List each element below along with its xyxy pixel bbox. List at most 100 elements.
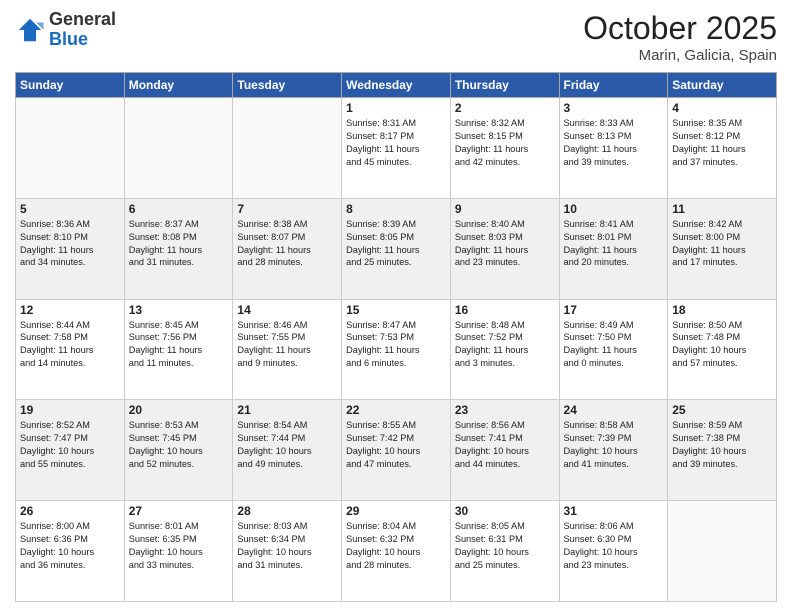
calendar-cell: 23Sunrise: 8:56 AMSunset: 7:41 PMDayligh… <box>450 400 559 501</box>
day-info: Sunrise: 8:39 AMSunset: 8:05 PMDaylight:… <box>346 218 446 270</box>
title-block: October 2025 Marin, Galicia, Spain <box>583 10 777 64</box>
calendar-cell: 24Sunrise: 8:58 AMSunset: 7:39 PMDayligh… <box>559 400 668 501</box>
calendar-table: SundayMondayTuesdayWednesdayThursdayFrid… <box>15 72 777 602</box>
day-header-tuesday: Tuesday <box>233 73 342 98</box>
day-info: Sunrise: 8:06 AMSunset: 6:30 PMDaylight:… <box>564 520 664 572</box>
day-number: 17 <box>564 303 664 317</box>
day-number: 10 <box>564 202 664 216</box>
calendar-cell: 20 Sunrise: 8:53 AMSunset: 7:45 PMDayligh… <box>124 400 233 501</box>
calendar-cell <box>668 501 777 602</box>
day-info: Sunrise: 8:42 AMSunset: 8:00 PMDaylight:… <box>672 218 772 270</box>
calendar-cell: 7Sunrise: 8:38 AMSunset: 8:07 PMDaylight… <box>233 198 342 299</box>
day-number: 24 <box>564 403 664 417</box>
day-info: Sunrise: 8:52 AMSunset: 7:47 PMDaylight:… <box>20 419 120 471</box>
calendar-cell: 5 Sunrise: 8:36 AMSunset: 8:10 PMDaylight… <box>16 198 125 299</box>
calendar-cell <box>124 98 233 199</box>
day-number: 2 <box>455 101 555 115</box>
day-number: 5 <box>20 202 120 216</box>
calendar-cell: 27 Sunrise: 8:01 AMSunset: 6:35 PMDayligh… <box>124 501 233 602</box>
day-number: 6 <box>129 202 229 216</box>
location: Marin, Galicia, Spain <box>583 47 777 64</box>
day-info: Sunrise: 8:31 AMSunset: 8:17 PMDaylight:… <box>346 117 446 169</box>
calendar-cell: 4Sunrise: 8:35 AMSunset: 8:12 PMDaylight… <box>668 98 777 199</box>
calendar-cell: 26 Sunrise: 8:00 AMSunset: 6:36 PMDayligh… <box>16 501 125 602</box>
day-number: 15 <box>346 303 446 317</box>
day-info: Sunrise: 8:44 AMSunset: 7:58 PMDaylight:… <box>20 319 120 371</box>
day-number: 18 <box>672 303 772 317</box>
calendar-cell: 3 Sunrise: 8:33 AMSunset: 8:13 PMDaylight… <box>559 98 668 199</box>
calendar-cell: 13Sunrise: 8:45 AMSunset: 7:56 PMDayligh… <box>124 299 233 400</box>
calendar-week-1: 1 Sunrise: 8:31 AMSunset: 8:17 PMDaylight… <box>16 98 777 199</box>
calendar-cell: 30Sunrise: 8:05 AMSunset: 6:31 PMDayligh… <box>450 501 559 602</box>
day-info: Sunrise: 8:49 AMSunset: 7:50 PMDaylight:… <box>564 319 664 371</box>
calendar-cell: 25Sunrise: 8:59 AMSunset: 7:38 PMDayligh… <box>668 400 777 501</box>
calendar-week-2: 5 Sunrise: 8:36 AMSunset: 8:10 PMDaylight… <box>16 198 777 299</box>
calendar-cell: 12 Sunrise: 8:44 AMSunset: 7:58 PMDayligh… <box>16 299 125 400</box>
calendar-cell: 16Sunrise: 8:48 AMSunset: 7:52 PMDayligh… <box>450 299 559 400</box>
calendar-cell <box>16 98 125 199</box>
day-info: Sunrise: 8:33 AMSunset: 8:13 PMDaylight:… <box>564 117 664 169</box>
day-number: 7 <box>237 202 337 216</box>
day-header-sunday: Sunday <box>16 73 125 98</box>
day-number: 11 <box>672 202 772 216</box>
calendar-cell: 19 Sunrise: 8:52 AMSunset: 7:47 PMDayligh… <box>16 400 125 501</box>
calendar-header-row: SundayMondayTuesdayWednesdayThursdayFrid… <box>16 73 777 98</box>
calendar-cell: 10 Sunrise: 8:41 AMSunset: 8:01 PMDayligh… <box>559 198 668 299</box>
day-info: Sunrise: 8:00 AMSunset: 6:36 PMDaylight:… <box>20 520 120 572</box>
day-info: Sunrise: 8:47 AMSunset: 7:53 PMDaylight:… <box>346 319 446 371</box>
day-header-wednesday: Wednesday <box>342 73 451 98</box>
day-info: Sunrise: 8:59 AMSunset: 7:38 PMDaylight:… <box>672 419 772 471</box>
day-info: Sunrise: 8:53 AMSunset: 7:45 PMDaylight:… <box>129 419 229 471</box>
day-number: 21 <box>237 403 337 417</box>
calendar-cell: 1 Sunrise: 8:31 AMSunset: 8:17 PMDaylight… <box>342 98 451 199</box>
calendar-cell: 6 Sunrise: 8:37 AMSunset: 8:08 PMDaylight… <box>124 198 233 299</box>
day-info: Sunrise: 8:55 AMSunset: 7:42 PMDaylight:… <box>346 419 446 471</box>
day-number: 26 <box>20 504 120 518</box>
day-number: 20 <box>129 403 229 417</box>
day-header-monday: Monday <box>124 73 233 98</box>
day-number: 14 <box>237 303 337 317</box>
day-info: Sunrise: 8:40 AMSunset: 8:03 PMDaylight:… <box>455 218 555 270</box>
day-number: 3 <box>564 101 664 115</box>
day-number: 8 <box>346 202 446 216</box>
header: General Blue October 2025 Marin, Galicia… <box>15 10 777 64</box>
day-number: 29 <box>346 504 446 518</box>
calendar-cell: 9 Sunrise: 8:40 AMSunset: 8:03 PMDaylight… <box>450 198 559 299</box>
calendar-cell: 29Sunrise: 8:04 AMSunset: 6:32 PMDayligh… <box>342 501 451 602</box>
day-number: 12 <box>20 303 120 317</box>
calendar-cell: 8 Sunrise: 8:39 AMSunset: 8:05 PMDaylight… <box>342 198 451 299</box>
day-info: Sunrise: 8:50 AMSunset: 7:48 PMDaylight:… <box>672 319 772 371</box>
calendar-cell: 11 Sunrise: 8:42 AMSunset: 8:00 PMDayligh… <box>668 198 777 299</box>
day-info: Sunrise: 8:56 AMSunset: 7:41 PMDaylight:… <box>455 419 555 471</box>
day-number: 27 <box>129 504 229 518</box>
calendar-cell: 31 Sunrise: 8:06 AMSunset: 6:30 PMDayligh… <box>559 501 668 602</box>
calendar-week-5: 26 Sunrise: 8:00 AMSunset: 6:36 PMDayligh… <box>16 501 777 602</box>
calendar-cell <box>233 98 342 199</box>
day-number: 1 <box>346 101 446 115</box>
day-info: Sunrise: 8:35 AMSunset: 8:12 PMDaylight:… <box>672 117 772 169</box>
month-title: October 2025 <box>583 10 777 47</box>
day-number: 28 <box>237 504 337 518</box>
day-info: Sunrise: 8:03 AMSunset: 6:34 PMDaylight:… <box>237 520 337 572</box>
day-info: Sunrise: 8:36 AMSunset: 8:10 PMDaylight:… <box>20 218 120 270</box>
calendar-cell: 15 Sunrise: 8:47 AMSunset: 7:53 PMDayligh… <box>342 299 451 400</box>
day-info: Sunrise: 8:54 AMSunset: 7:44 PMDaylight:… <box>237 419 337 471</box>
logo-general: General <box>49 10 116 30</box>
day-header-friday: Friday <box>559 73 668 98</box>
calendar-cell: 22 Sunrise: 8:55 AMSunset: 7:42 PMDayligh… <box>342 400 451 501</box>
logo-blue: Blue <box>49 30 116 50</box>
logo-icon <box>15 15 45 45</box>
day-info: Sunrise: 8:37 AMSunset: 8:08 PMDaylight:… <box>129 218 229 270</box>
day-info: Sunrise: 8:41 AMSunset: 8:01 PMDaylight:… <box>564 218 664 270</box>
day-info: Sunrise: 8:48 AMSunset: 7:52 PMDaylight:… <box>455 319 555 371</box>
day-info: Sunrise: 8:01 AMSunset: 6:35 PMDaylight:… <box>129 520 229 572</box>
day-info: Sunrise: 8:32 AMSunset: 8:15 PMDaylight:… <box>455 117 555 169</box>
calendar-cell: 17 Sunrise: 8:49 AMSunset: 7:50 PMDayligh… <box>559 299 668 400</box>
day-number: 31 <box>564 504 664 518</box>
day-number: 9 <box>455 202 555 216</box>
day-info: Sunrise: 8:45 AMSunset: 7:56 PMDaylight:… <box>129 319 229 371</box>
day-number: 19 <box>20 403 120 417</box>
calendar-cell: 21 Sunrise: 8:54 AMSunset: 7:44 PMDayligh… <box>233 400 342 501</box>
day-header-thursday: Thursday <box>450 73 559 98</box>
day-number: 22 <box>346 403 446 417</box>
